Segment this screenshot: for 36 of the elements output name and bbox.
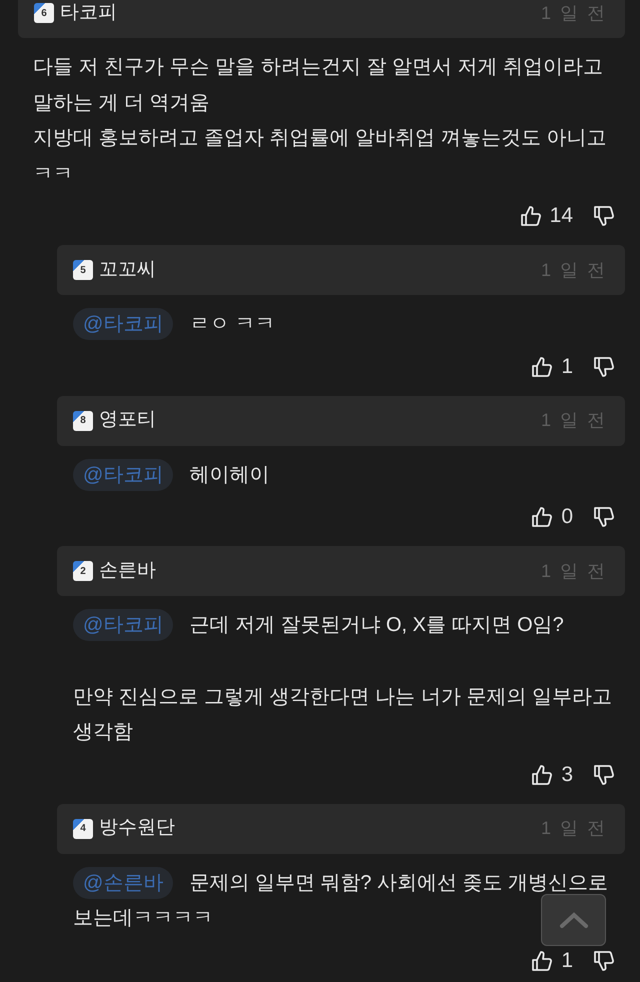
thumbs-down-icon[interactable]: [591, 762, 615, 786]
level-badge: 4: [73, 818, 93, 838]
thumbs-down-icon[interactable]: [591, 204, 615, 228]
like-count: 1: [561, 948, 573, 974]
thumbs-down-icon[interactable]: [591, 505, 615, 529]
comment-text: 말하는 게 더 역겨움: [33, 92, 210, 114]
thumbs-down-icon[interactable]: [591, 354, 615, 378]
comment-text: 다들 저 친구가 무슨 말을 하려는건지 잘 알면서 저게 취업이라고: [33, 56, 604, 78]
comment-text: ㅋㅋ: [33, 162, 73, 184]
comment-text: 근데 저게 잘못된거냐 O, X를 따지면 O임?: [189, 614, 564, 636]
comment-text: 지방대 홍보하려고 졸업자 취업률에 알바취업 껴놓는것도 아니고: [33, 127, 606, 149]
comment-text: ㄹㅇ ㅋㅋ: [189, 313, 275, 335]
comment-text: 문제의 일부면 뭐함? 사회에선 좆도 개병신으로: [189, 872, 608, 894]
level-badge: 6: [34, 3, 54, 23]
level-badge: 5: [73, 260, 93, 280]
thumbs-up-icon[interactable]: [529, 762, 554, 786]
author-name[interactable]: 손른바: [99, 556, 156, 586]
like-count: 14: [550, 203, 573, 230]
comment-text: 보는데ㅋㅋㅋㅋ: [73, 907, 213, 929]
author-name[interactable]: 꼬꼬씨: [99, 256, 156, 284]
like-count: 0: [561, 504, 573, 530]
like-count: 1: [561, 354, 573, 380]
thumbs-up-icon[interactable]: [529, 354, 554, 378]
comment-text: 생각함: [73, 721, 133, 743]
author-name[interactable]: 영포티: [99, 406, 156, 435]
thumbs-up-icon[interactable]: [529, 505, 554, 529]
author-name[interactable]: 타코피: [60, 0, 117, 28]
level-badge: 8: [73, 410, 93, 430]
comment-text: 만약 진심으로 그렇게 생각한다면 나는 너가 문제의 일부라고: [73, 686, 612, 708]
author-name[interactable]: 방수원단: [99, 814, 175, 843]
chevron-up-icon: [558, 911, 588, 929]
comment-text: 헤이헤이: [189, 464, 270, 486]
level-badge: 2: [73, 561, 93, 581]
like-count: 3: [561, 762, 573, 788]
thumbs-down-icon[interactable]: [591, 948, 615, 972]
thumbs-up-icon[interactable]: [529, 948, 554, 972]
